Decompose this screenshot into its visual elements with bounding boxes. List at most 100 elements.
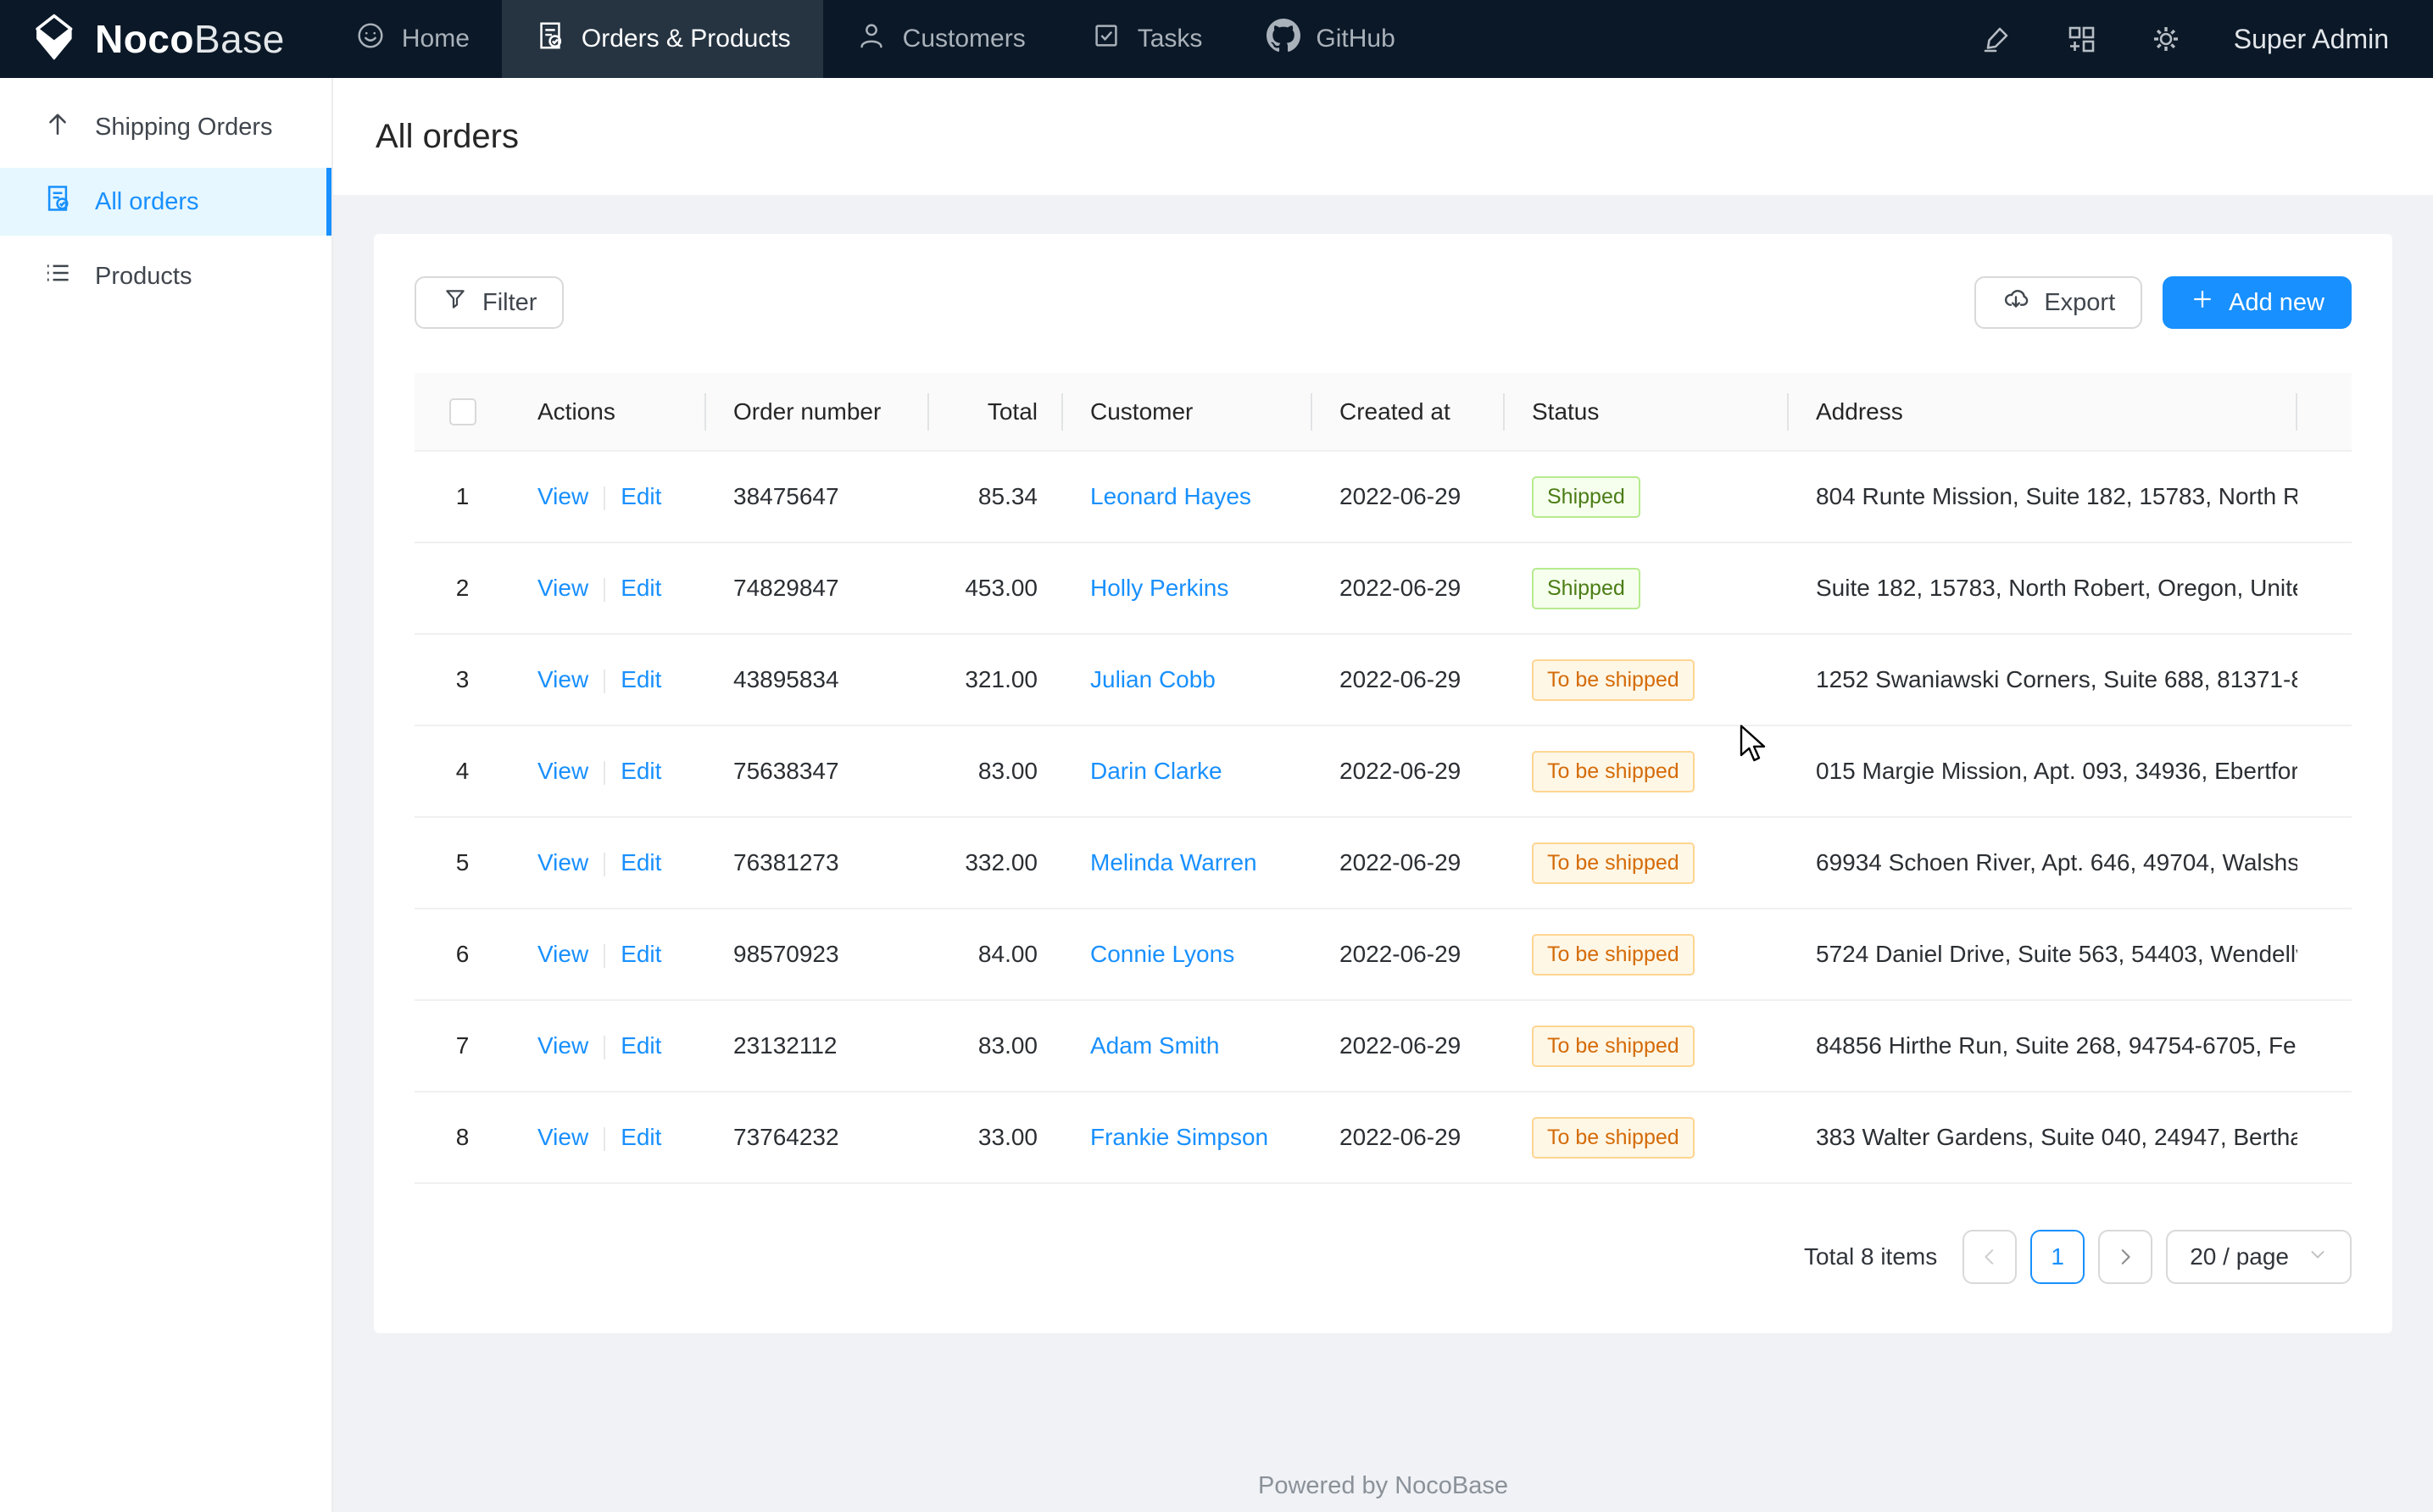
nav-menu: Home Orders & Products Customers — [322, 0, 1428, 78]
customer-link[interactable]: Darin Clarke — [1090, 758, 1222, 784]
table-row: 3 ViewEdit 43895834 321.00 Julian Cobb 2… — [415, 634, 2352, 725]
prev-page-button[interactable] — [1963, 1230, 2017, 1284]
status-badge: To be shipped — [1532, 1026, 1695, 1067]
column-created-at: Created at — [1312, 373, 1505, 451]
page-number-1[interactable]: 1 — [2030, 1230, 2085, 1284]
order-total: 453.00 — [929, 542, 1063, 634]
customer-link[interactable]: Holly Perkins — [1090, 575, 1228, 601]
created-at: 2022-06-29 — [1312, 817, 1505, 909]
view-link[interactable]: View — [537, 941, 588, 967]
nav-item-github[interactable]: GitHub — [1234, 0, 1427, 78]
table-row: 8 View Edit 73764232 33.00 Frankie Simpso… — [415, 1092, 2352, 1183]
nav-item-tasks[interactable]: Tasks — [1058, 0, 1235, 78]
address: 69934 Schoen River, Apt. 646, 49704, Wal… — [1789, 817, 2297, 909]
mouse-cursor — [1740, 725, 1773, 770]
customer-link[interactable]: Adam Smith — [1090, 1032, 1220, 1059]
file-done-icon — [42, 183, 73, 220]
plus-icon — [2190, 286, 2215, 319]
address: 5724 Daniel Drive, Suite 563, 54403, Wen… — [1789, 909, 2297, 1000]
view-link[interactable]: View — [537, 666, 588, 692]
nav-right: Super Admin — [1979, 0, 2433, 78]
edit-link[interactable]: Edit — [621, 483, 661, 509]
edit-link[interactable]: Edit — [621, 666, 661, 692]
add-new-button[interactable]: Add new — [2163, 276, 2352, 329]
next-page-button[interactable] — [2098, 1230, 2152, 1284]
view-link[interactable]: View — [537, 1124, 588, 1150]
pagination: Total 8 items 1 20 / page — [415, 1230, 2352, 1284]
edit-link[interactable]: Edit — [621, 849, 661, 876]
edit-link[interactable]: Edit — [621, 575, 661, 601]
edit-link[interactable]: Edit — [621, 1032, 661, 1059]
nav-item-orders-products[interactable]: Orders & Products — [502, 0, 823, 78]
page-body: Filter Export — [333, 195, 2433, 1512]
view-link[interactable]: View — [537, 575, 588, 601]
edit-link[interactable]: Edit — [621, 758, 661, 784]
row-index: 2 — [415, 542, 510, 634]
nav-item-customers[interactable]: Customers — [823, 0, 1058, 78]
view-link[interactable]: View — [537, 1032, 588, 1059]
address: 1252 Swaniawski Corners, Suite 688, 8137… — [1789, 634, 2297, 725]
sidebar-item-products[interactable]: Products — [0, 242, 331, 310]
home-smile-icon — [354, 19, 387, 58]
content-area: All orders Filter — [333, 78, 2433, 1512]
edit-link[interactable]: Edit — [621, 1124, 661, 1150]
order-total: 84.00 — [929, 909, 1063, 1000]
filter-funnel-icon — [442, 286, 469, 320]
customer-link[interactable]: Melinda Warren — [1090, 849, 1257, 876]
chevron-down-icon — [2308, 1243, 2328, 1270]
plugin-blocks-icon[interactable] — [2064, 22, 2098, 56]
column-status: Status — [1505, 373, 1789, 451]
settings-gear-icon[interactable] — [2149, 22, 2183, 56]
order-number: 98570923 — [706, 909, 929, 1000]
action-divider — [604, 761, 605, 785]
column-actions: Actions — [510, 373, 706, 451]
view-link[interactable]: View — [537, 849, 588, 876]
view-link[interactable]: View — [537, 483, 588, 509]
nocobase-logo[interactable]: NocoBase — [0, 0, 322, 78]
column-total: Total — [929, 373, 1063, 451]
ui-editor-highlighter-icon[interactable] — [1979, 22, 2013, 56]
order-number: 73764232 — [706, 1092, 929, 1183]
view-link[interactable]: View — [537, 758, 588, 784]
edit-link[interactable]: Edit — [621, 941, 661, 967]
row-index: 8 — [415, 1092, 510, 1183]
nav-item-home[interactable]: Home — [322, 0, 502, 78]
table-row: 5 ViewEdit 76381273 332.00 Melinda Warre… — [415, 817, 2352, 909]
order-total: 332.00 — [929, 817, 1063, 909]
customer-link[interactable]: Frankie Simpson — [1090, 1124, 1268, 1150]
top-nav: NocoBase Home — [0, 0, 2433, 78]
main-layout: Shipping Orders All orders Products — [0, 78, 2433, 1512]
page-size-select[interactable]: 20 / page — [2166, 1230, 2352, 1284]
user-menu[interactable]: Super Admin — [2234, 24, 2389, 55]
filter-button[interactable]: Filter — [415, 276, 564, 329]
sidebar-item-all-orders[interactable]: All orders — [0, 168, 331, 236]
address: 84856 Hirthe Run, Suite 268, 94754-6705,… — [1789, 1000, 2297, 1092]
order-total: 321.00 — [929, 634, 1063, 725]
created-at: 2022-06-29 — [1312, 451, 1505, 542]
page-title: All orders — [376, 118, 519, 156]
unordered-list-icon — [42, 258, 73, 295]
customer-link[interactable]: Connie Lyons — [1090, 941, 1234, 967]
order-total: 83.00 — [929, 1000, 1063, 1092]
export-button[interactable]: Export — [1974, 276, 2142, 329]
table-row: 1 ViewEdit 38475647 85.34 Leonard Hayes … — [415, 451, 2352, 542]
sidebar-item-shipping-orders[interactable]: Shipping Orders — [0, 93, 331, 161]
orders-table: Actions Order number Total Customer Crea… — [415, 373, 2352, 1184]
address: Suite 182, 15783, North Robert, Oregon, … — [1789, 542, 2297, 634]
table-row: 4 ViewEdit 75638347 83.00 Darin Clarke 2… — [415, 725, 2352, 817]
toolbar-right: Export Add new — [1974, 276, 2352, 329]
select-all-checkbox[interactable] — [449, 398, 476, 425]
column-order-number: Order number — [706, 373, 929, 451]
customer-link[interactable]: Leonard Hayes — [1090, 483, 1251, 509]
table-row: 6 ViewEdit 98570923 84.00 Connie Lyons 2… — [415, 909, 2352, 1000]
order-total: 33.00 — [929, 1092, 1063, 1183]
status-badge: To be shipped — [1532, 659, 1695, 701]
created-at: 2022-06-29 — [1312, 725, 1505, 817]
created-at: 2022-06-29 — [1312, 542, 1505, 634]
table-row: 2 ViewEdit 74829847 453.00 Holly Perkins… — [415, 542, 2352, 634]
address: 804 Runte Mission, Suite 182, 15783, Nor… — [1789, 451, 2297, 542]
customer-link[interactable]: Julian Cobb — [1090, 666, 1216, 692]
action-divider — [604, 944, 605, 968]
status-badge: Shipped — [1532, 568, 1640, 609]
row-index: 3 — [415, 634, 510, 725]
